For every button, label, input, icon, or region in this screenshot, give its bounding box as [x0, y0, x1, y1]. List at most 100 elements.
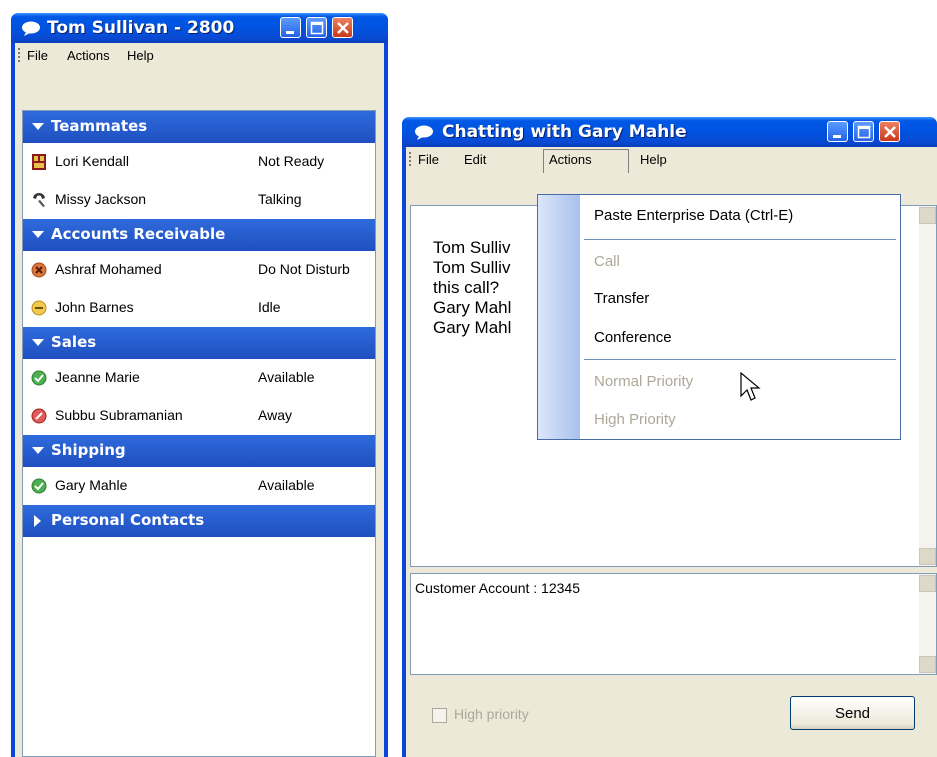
contacts-client-area: Teammates Lori Kendall Not Ready Missy J… — [15, 69, 384, 757]
contact-status: Talking — [258, 191, 302, 207]
minimize-icon — [286, 31, 294, 34]
expanded-arrow-icon — [32, 231, 44, 238]
transcript-line: this call? — [433, 278, 500, 297]
contact-name: Jeanne Marie — [55, 369, 140, 385]
away-icon — [31, 408, 47, 424]
menu-help[interactable]: Help — [640, 152, 667, 167]
group-label: Personal Contacts — [51, 511, 205, 529]
available-icon — [31, 478, 47, 494]
contact-row[interactable]: Jeanne Marie Available — [23, 359, 375, 397]
input-scrollbar[interactable] — [919, 574, 936, 674]
group-personal-contacts[interactable]: Personal Contacts — [23, 505, 375, 537]
minimize-button[interactable] — [280, 17, 301, 38]
contact-status: Available — [258, 369, 315, 385]
expanded-arrow-icon — [32, 339, 44, 346]
available-icon — [31, 370, 47, 386]
close-icon — [884, 126, 896, 138]
menu-help[interactable]: Help — [127, 48, 154, 63]
send-button[interactable]: Send — [790, 696, 915, 730]
contact-name: Gary Mahle — [55, 477, 128, 493]
menu-file[interactable]: File — [27, 48, 48, 63]
group-shipping[interactable]: Shipping — [23, 435, 375, 467]
window-title: Chatting with Gary Mahle — [442, 122, 687, 142]
transcript-scrollbar[interactable] — [919, 206, 936, 566]
expanded-arrow-icon — [32, 123, 44, 130]
group-label: Sales — [51, 333, 97, 351]
expanded-arrow-icon — [32, 447, 44, 454]
chat-bubble-icon — [22, 21, 40, 36]
scroll-up-button[interactable] — [919, 207, 936, 224]
group-label: Accounts Receivable — [51, 225, 226, 243]
maximize-icon — [310, 21, 324, 35]
contact-name: Lori Kendall — [55, 153, 129, 169]
menu-actions[interactable]: Actions — [549, 152, 592, 167]
transcript-line: Gary Mahl — [433, 298, 512, 317]
menu-item-high-priority[interactable]: High Priority — [594, 411, 676, 428]
contact-list: Teammates Lori Kendall Not Ready Missy J… — [22, 110, 376, 757]
chat-menubar: File Edit Actions Help — [406, 147, 937, 175]
minimize-button[interactable] — [827, 121, 848, 142]
group-teammates[interactable]: Teammates — [23, 111, 375, 143]
menu-grip — [409, 152, 411, 166]
scroll-down-button[interactable] — [919, 548, 936, 565]
menu-separator — [584, 239, 896, 240]
close-button[interactable] — [332, 17, 353, 38]
contact-status: Do Not Disturb — [258, 261, 350, 277]
window-title: Tom Sullivan - 2800 — [47, 18, 235, 38]
scroll-down-button[interactable] — [919, 656, 936, 673]
group-label: Shipping — [51, 441, 126, 459]
maximize-icon — [857, 125, 871, 139]
high-priority-label: High priority — [454, 706, 529, 722]
scroll-up-button[interactable] — [919, 575, 936, 592]
close-icon — [337, 22, 349, 34]
message-input[interactable]: Customer Account : 12345 — [410, 573, 937, 675]
maximize-button[interactable] — [853, 121, 874, 142]
contacts-menubar: File Actions Help — [15, 43, 384, 69]
contact-row[interactable]: Lori Kendall Not Ready — [23, 143, 375, 181]
group-sales[interactable]: Sales — [23, 327, 375, 359]
contact-name: Subbu Subramanian — [55, 407, 183, 423]
chat-bubble-icon — [415, 125, 433, 140]
idle-icon — [31, 300, 47, 316]
contact-status: Not Ready — [258, 153, 325, 169]
menu-item-transfer[interactable]: Transfer — [594, 290, 649, 307]
contact-row[interactable]: Ashraf Mohamed Do Not Disturb — [23, 251, 375, 289]
menu-item-conference[interactable]: Conference — [594, 329, 672, 346]
contact-name: John Barnes — [55, 299, 134, 315]
collapsed-arrow-icon — [34, 515, 41, 527]
menu-item-call[interactable]: Call — [594, 253, 620, 270]
group-label: Teammates — [51, 117, 148, 135]
menu-item-normal-priority[interactable]: Normal Priority — [594, 373, 693, 390]
contact-status: Available — [258, 477, 315, 493]
contact-name: Ashraf Mohamed — [55, 261, 162, 277]
mouse-cursor-icon — [740, 372, 761, 401]
group-accounts-receivable[interactable]: Accounts Receivable — [23, 219, 375, 251]
contact-row[interactable]: John Barnes Idle — [23, 289, 375, 327]
transcript-line: Tom Sulliv — [433, 258, 511, 277]
high-priority-checkbox[interactable] — [432, 708, 447, 723]
contact-row[interactable]: Subbu Subramanian Away — [23, 397, 375, 435]
contact-name: Missy Jackson — [55, 191, 147, 207]
menu-actions[interactable]: Actions — [67, 48, 110, 63]
menu-separator — [584, 359, 896, 360]
maximize-button[interactable] — [306, 17, 327, 38]
close-button[interactable] — [879, 121, 900, 142]
contacts-titlebar[interactable]: Tom Sullivan - 2800 — [11, 13, 388, 43]
message-input-text: Customer Account : 12345 — [415, 580, 580, 596]
contact-status: Idle — [258, 299, 281, 315]
contact-row[interactable]: Missy Jackson Talking — [23, 181, 375, 219]
contacts-window: Tom Sullivan - 2800 File Actions Help Te… — [11, 13, 388, 757]
menu-grip — [18, 48, 20, 62]
menu-edit[interactable]: Edit — [464, 152, 486, 167]
contact-row[interactable]: Gary Mahle Available — [23, 467, 375, 505]
do-not-disturb-icon — [31, 262, 47, 278]
menu-file[interactable]: File — [418, 152, 439, 167]
chat-titlebar[interactable]: Chatting with Gary Mahle — [402, 117, 937, 147]
actions-dropdown: Paste Enterprise Data (Ctrl-E) Call Tran… — [537, 194, 901, 440]
transcript-line: Gary Mahl — [433, 318, 512, 337]
transcript-line: Tom Sulliv — [433, 238, 511, 257]
minimize-icon — [833, 135, 841, 138]
phone-handset-icon — [33, 193, 45, 207]
menu-item-paste-enterprise-data[interactable]: Paste Enterprise Data (Ctrl-E) — [594, 207, 793, 224]
menu-icon-strip — [538, 195, 580, 439]
